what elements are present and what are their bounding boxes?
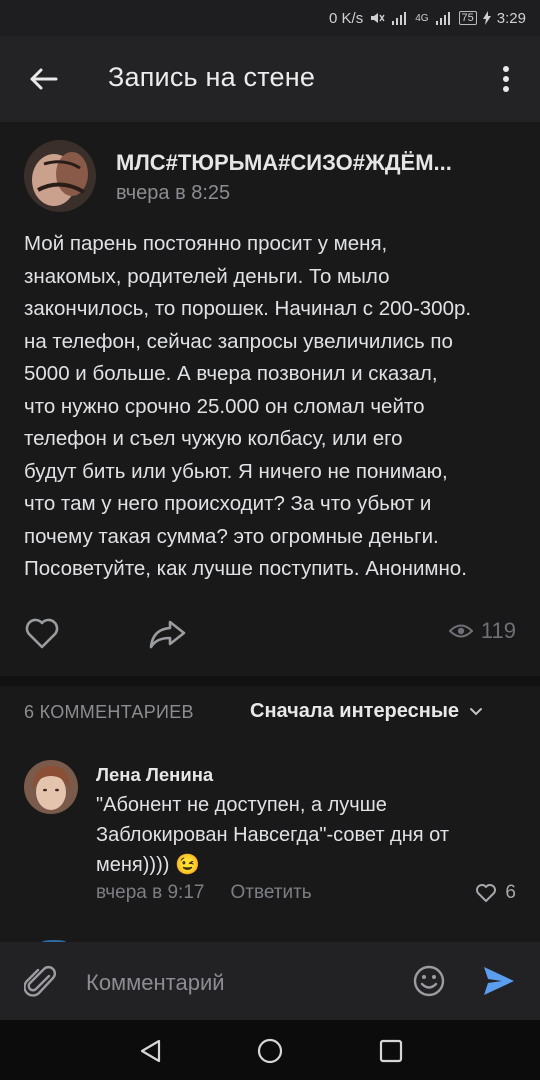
comment-input[interactable] — [86, 966, 386, 1000]
views-count: 119 — [480, 618, 516, 643]
wink-emoji: 😉 — [174, 854, 200, 876]
comment-author-avatar[interactable] — [24, 760, 78, 814]
system-nav-bar — [0, 1020, 540, 1080]
share-icon[interactable] — [148, 616, 188, 650]
views-counter: 119 — [448, 618, 516, 644]
comment-time: вчера в 9:17 — [96, 882, 205, 903]
comments-count: 6 КОММЕНТАРИЕВ — [24, 702, 194, 722]
comments-header: 6 КОММЕНТАРИЕВ Сначала интересные — [24, 696, 516, 730]
app-bar: Запись на стене — [0, 36, 540, 122]
battery-level: 75 — [458, 11, 477, 25]
post-actions: 119 — [24, 616, 516, 650]
paperclip-icon[interactable] — [24, 964, 58, 1000]
more-vertical-icon[interactable] — [494, 62, 518, 96]
arrow-left-icon[interactable] — [26, 62, 60, 96]
heart-icon[interactable] — [24, 616, 60, 650]
send-icon[interactable] — [482, 964, 516, 998]
signal-icon-2 — [435, 12, 450, 25]
nav-back-icon[interactable] — [138, 1038, 164, 1064]
comment-body: "Абонент не доступен, а лучше Заблокиров… — [96, 794, 449, 876]
network-speed: 0 K/s — [329, 9, 364, 27]
heart-icon — [476, 884, 497, 902]
eye-icon — [448, 624, 473, 638]
post-time: вчера в 8:25 — [116, 182, 231, 204]
reply-button[interactable]: Ответить — [230, 882, 311, 904]
comment-text: "Абонент не доступен, а лучше Заблокиров… — [96, 790, 516, 880]
nav-home-icon[interactable] — [256, 1037, 284, 1065]
signal-icon — [392, 12, 407, 25]
section-divider — [0, 676, 540, 686]
comment-like-button[interactable]: 6 — [475, 882, 516, 904]
post-header: МЛС#ТЮРЬМА#СИЗО#ЖДЁМ... вчера в 8:25 — [24, 140, 524, 212]
network-type: 4G — [415, 12, 429, 24]
sort-label: Сначала интересные — [250, 700, 460, 722]
comment-meta: вчера в 9:17 Ответить — [96, 882, 312, 904]
clock: 3:29 — [496, 9, 526, 27]
charging-icon — [482, 11, 491, 25]
group-avatar[interactable] — [24, 140, 96, 212]
post-view: МЛС#ТЮРЬМА#СИЗО#ЖДЁМ... вчера в 8:25 Мой… — [0, 122, 540, 942]
comment-item: Лена Ленина "Абонент не доступен, а лучш… — [24, 756, 516, 916]
chevron-down-icon — [470, 707, 483, 715]
group-name[interactable]: МЛС#ТЮРЬМА#СИЗО#ЖДЁМ... — [116, 150, 452, 176]
sort-dropdown[interactable]: Сначала интересные — [250, 700, 483, 723]
comment-likes-count: 6 — [505, 882, 516, 903]
page-title: Запись на стене — [108, 62, 316, 92]
comment-input-bar — [0, 942, 540, 1020]
smiley-icon[interactable] — [412, 964, 446, 998]
status-bar: 0 K/s 4G 75 3:29 — [0, 0, 540, 36]
post-text: Мой парень постоянно просит у меня, знак… — [24, 232, 472, 580]
nav-recent-apps-icon[interactable] — [378, 1038, 404, 1064]
mute-icon — [371, 13, 385, 23]
comment-author[interactable]: Лена Ленина — [96, 764, 213, 786]
